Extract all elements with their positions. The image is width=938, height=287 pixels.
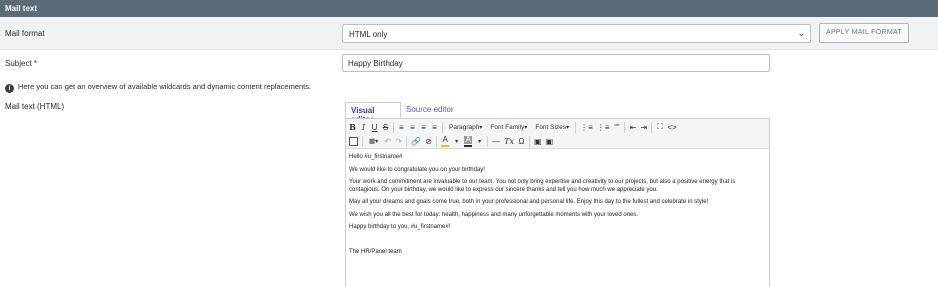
align-justify-icon[interactable]: ≡ (429, 121, 440, 134)
underline-button[interactable]: U (369, 121, 380, 134)
content-paragraph: Happy birthday to you, #u_firstname#! (349, 224, 451, 230)
background-color-letter: A (464, 134, 472, 144)
content-paragraph: The HR/Panel team (349, 248, 402, 255)
content-paragraph: Your work and commitment are invaluable … (349, 179, 736, 193)
apply-mail-format-button[interactable]: APPLY MAIL FORMAT (819, 23, 909, 43)
unlink-icon[interactable]: ⊘ (423, 135, 434, 148)
select-all-icon[interactable] (347, 135, 360, 148)
numbered-list-icon[interactable]: ⋮≡ (595, 121, 612, 134)
special-character-button[interactable]: Ω (516, 135, 527, 148)
section-title: Mail text (5, 4, 38, 13)
subject-input[interactable]: Happy Birthday (342, 54, 770, 72)
rich-text-editor: B I U S ≡ ≡ ≡ ≡ Paragraph Font Family Fo… (345, 118, 770, 287)
strikethrough-button[interactable]: S (380, 121, 391, 134)
text-color-swatch (441, 144, 450, 147)
link-icon[interactable]: 🔗 (409, 135, 423, 148)
wildcards-info-link[interactable]: Here you can get an overview of availabl… (18, 82, 311, 91)
editor-content[interactable]: Hello #u_firstname# We would like to con… (349, 154, 767, 261)
redo-icon[interactable]: ↷ (393, 135, 404, 148)
paragraph-dropdown[interactable]: Paragraph (445, 121, 486, 134)
clear-format-button[interactable]: Tx (502, 135, 516, 148)
toolbar-divider (393, 121, 394, 133)
horizontal-rule-icon[interactable]: — (490, 135, 502, 148)
mail-format-select[interactable]: HTML only ⌄ (342, 24, 811, 43)
mail-format-selected: HTML only (349, 30, 388, 39)
background-color-chevron-icon[interactable]: ▾ (474, 135, 485, 148)
toolbar-divider (624, 121, 626, 133)
toolbar-divider (406, 135, 408, 147)
source-code-button[interactable]: <> (665, 121, 678, 134)
bold-button[interactable]: B (347, 121, 358, 134)
chevron-down-icon: ⌄ (797, 28, 805, 38)
checkbox-square-icon (349, 136, 358, 146)
media-icon[interactable]: ▣ (544, 135, 556, 148)
toolbar-row-1: B I U S ≡ ≡ ≡ ≡ Paragraph Font Family Fo… (347, 120, 679, 134)
mail-format-label: Mail format (5, 29, 45, 38)
table-icon[interactable]: ▦ (365, 135, 382, 148)
image-icon[interactable]: ▣ (532, 135, 544, 148)
blockquote-button[interactable]: “” (611, 121, 622, 134)
text-color-button[interactable]: A (439, 135, 451, 148)
editor-toolbar: B I U S ≡ ≡ ≡ ≡ Paragraph Font Family Fo… (346, 119, 769, 149)
align-right-icon[interactable]: ≡ (418, 121, 429, 134)
background-color-swatch (464, 144, 473, 147)
toolbar-divider (487, 135, 489, 147)
text-color-chevron-icon[interactable]: ▾ (451, 135, 462, 148)
align-left-icon[interactable]: ≡ (396, 121, 407, 134)
section-header: Mail text (0, 0, 938, 17)
toolbar-divider (651, 121, 653, 133)
tab-visual-editor[interactable]: Visual editor (345, 102, 401, 124)
content-paragraph (349, 237, 767, 244)
font-family-dropdown[interactable]: Font Family (486, 121, 531, 134)
italic-button[interactable]: I (358, 121, 369, 134)
font-sizes-dropdown[interactable]: Font Sizes (531, 121, 573, 134)
subject-row: Subject * Happy Birthday (0, 50, 938, 78)
toolbar-divider (529, 135, 530, 147)
info-icon: i (5, 84, 14, 93)
subject-label: Subject * (5, 59, 38, 68)
mail-text-label: Mail text (HTML) (5, 102, 65, 111)
content-paragraph: We would like to congratulate you on you… (349, 166, 485, 173)
mail-format-row: Mail format HTML only ⌄ APPLY MAIL FORMA… (0, 17, 938, 50)
indent-icon[interactable]: ⇥ (638, 121, 649, 134)
content-paragraph: We wish you all the best for today: heal… (349, 211, 639, 218)
toolbar-divider (362, 135, 363, 147)
undo-icon[interactable]: ↶ (382, 135, 393, 148)
wildcards-info: i Here you can get an overview of availab… (5, 82, 311, 93)
background-color-button[interactable]: A (462, 135, 474, 148)
toolbar-divider (436, 135, 438, 147)
toolbar-divider (442, 121, 443, 133)
toolbar-divider (575, 121, 577, 133)
content-paragraph: May all your dreams and goals come true,… (349, 199, 709, 205)
bullet-list-icon[interactable]: ⋮≡ (578, 121, 595, 134)
align-center-icon[interactable]: ≡ (407, 121, 418, 134)
text-color-letter: A (442, 134, 448, 144)
toolbar-row-2: ▦ ↶ ↷ 🔗 ⊘ A ▾ A ▾ — Tx Ω ▣ ▣ (347, 134, 555, 148)
outdent-icon[interactable]: ⇤ (627, 121, 638, 134)
tab-source-editor[interactable]: Source editor (401, 102, 461, 118)
content-paragraph: Hello #u_firstname# (349, 154, 403, 160)
fullscreen-button[interactable]: ⛶ (654, 121, 665, 134)
